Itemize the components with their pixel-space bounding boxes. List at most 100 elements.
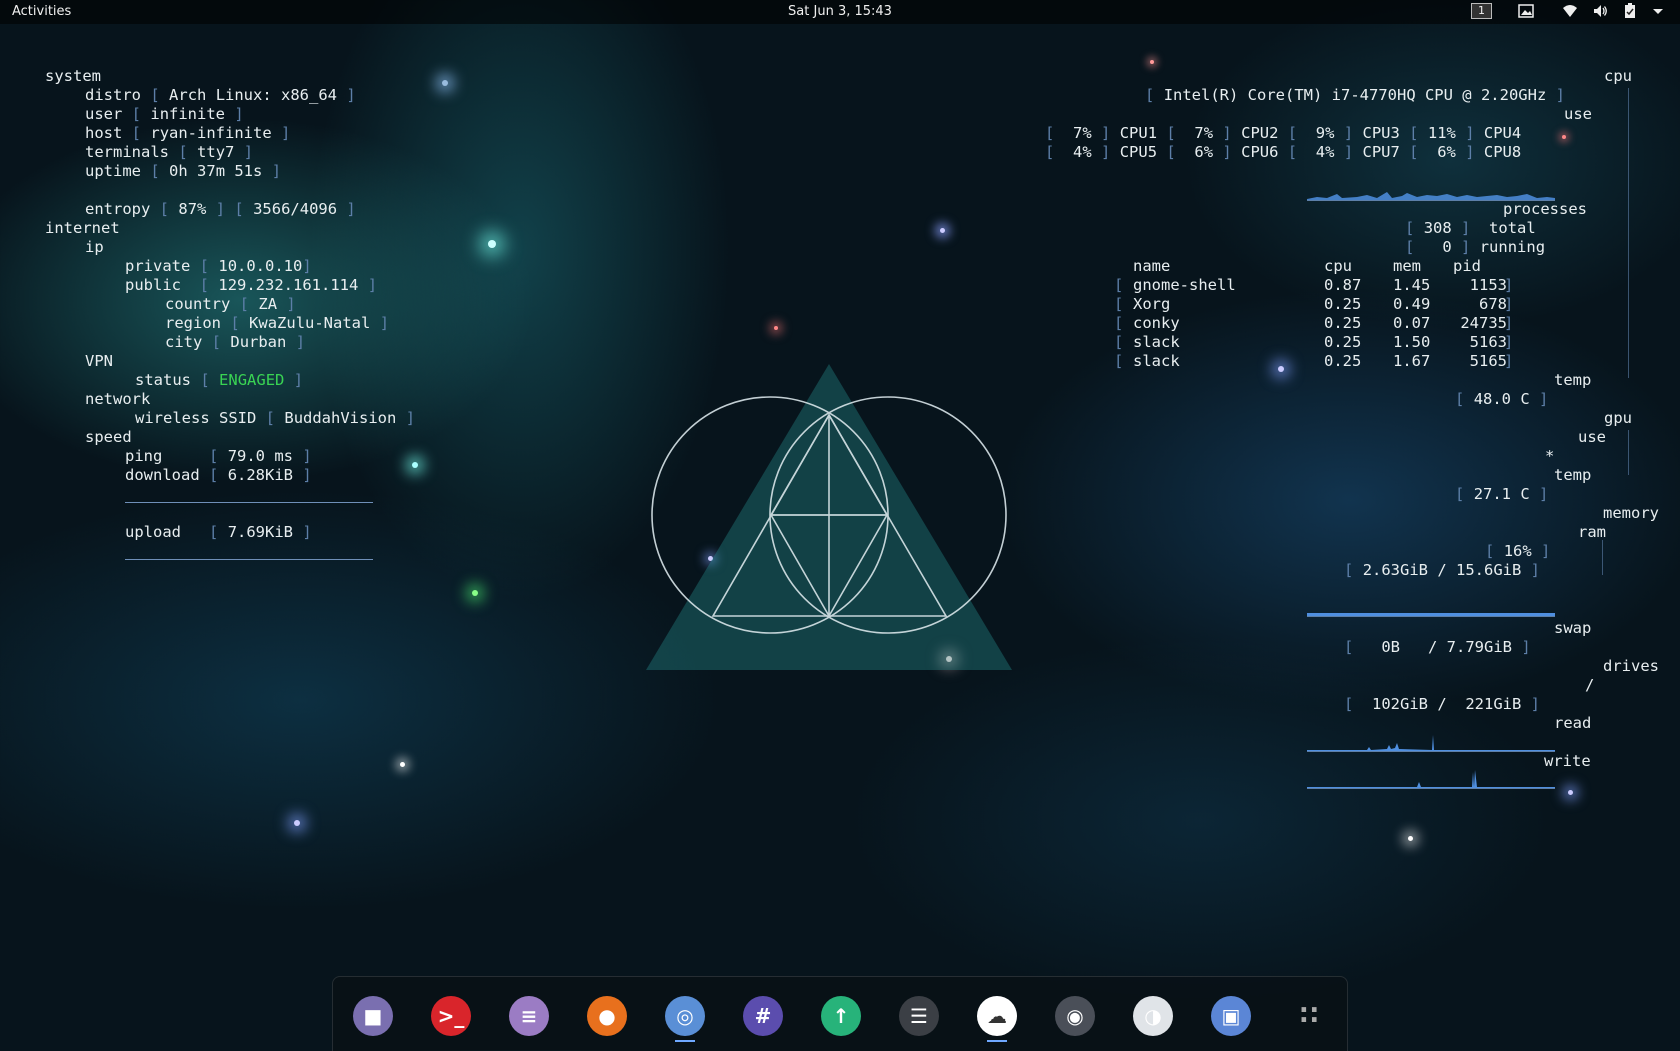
gpu-temp-row: [ 27.1 C ] — [1455, 485, 1549, 503]
bracket: [ — [1114, 314, 1124, 332]
files-icon[interactable]: ■ — [353, 996, 393, 1036]
cloud-icon[interactable]: ☁ — [977, 996, 1017, 1036]
gpu-use-label: use — [1578, 428, 1606, 446]
gpu-use-value: * — [1545, 447, 1555, 465]
ram-graph — [1307, 598, 1555, 617]
private-ip-row: private [ 10.0.0.10] — [125, 257, 312, 275]
slack-icon[interactable]: # — [743, 996, 783, 1036]
gpu-guide — [1628, 430, 1629, 475]
running-indicator — [675, 1040, 695, 1042]
running-indicator — [987, 1040, 1007, 1042]
chevron-down-icon[interactable] — [1652, 3, 1668, 19]
process-mem: 1.67 — [1393, 352, 1431, 370]
git-icon[interactable]: ↑ — [821, 996, 861, 1036]
system-tray: 1 — [1471, 3, 1668, 19]
ram-pct-row: [ 16% ] — [1485, 542, 1551, 560]
proc-cpu-header: cpu — [1324, 257, 1352, 275]
read-graph — [1307, 733, 1555, 752]
firefox-icon[interactable]: ● — [587, 996, 627, 1036]
upload-row: upload [ 7.69KiB ] — [125, 523, 312, 541]
proc-total-row: [ 308 ] total — [1405, 219, 1536, 237]
process-cpu: 0.25 — [1324, 333, 1362, 351]
process-mem: 1.45 — [1393, 276, 1431, 294]
write-graph — [1307, 770, 1555, 789]
process-name: slack — [1133, 352, 1180, 370]
cpu-use-label: use — [1564, 105, 1592, 123]
swap-row: [ 0B / 7.79GiB ] — [1344, 638, 1531, 656]
database-icon[interactable]: ☰ — [899, 996, 939, 1036]
process-pid: 678 — [1479, 295, 1507, 313]
entropy-row: entropy [ 87% ] [ 3566/4096 ] — [85, 200, 356, 218]
chrome-icon[interactable]: ◎ — [665, 996, 705, 1036]
bracket: [ — [1114, 276, 1124, 294]
process-pid: 5165 — [1469, 352, 1507, 370]
bracket: [ — [1114, 352, 1124, 370]
cpu-guide — [1628, 88, 1629, 378]
download-graph — [125, 502, 373, 503]
host-row: host [ ryan-infinite ] — [85, 124, 291, 142]
app-grid-icon[interactable]: ∷ — [1289, 996, 1329, 1036]
distro-row: distro [ Arch Linux: x86_64 ] — [85, 86, 356, 104]
image-icon[interactable] — [1518, 3, 1534, 19]
tweaks-icon[interactable]: ◑ — [1133, 996, 1173, 1036]
cpu-usage-row-2: [ 4% ] CPU5 [ 6% ] CPU6 [ 4% ] CPU7 [ 6%… — [1045, 143, 1522, 161]
process-cpu: 0.25 — [1324, 352, 1362, 370]
terminal-icon[interactable]: >_ — [431, 996, 471, 1036]
dock: ■ >_ ≡ ● ◎ # ↑ ☰ ☁ ◉ ◑ ▣ ∷ — [332, 976, 1348, 1051]
process-pid: 5163 — [1469, 333, 1507, 351]
ping-row: ping [ 79.0 ms ] — [125, 447, 312, 465]
bracket: [ — [1114, 295, 1124, 313]
ram-value-row: [ 2.63GiB / 15.6GiB ] — [1344, 561, 1541, 579]
process-cpu: 0.25 — [1324, 295, 1362, 313]
process-cpu: 0.25 — [1324, 314, 1362, 332]
bracket: ] — [1504, 352, 1514, 370]
vpn-label: VPN — [85, 352, 113, 370]
ip-label: ip — [85, 238, 104, 256]
country-row: country [ ZA ] — [165, 295, 296, 313]
cpu-graph — [1307, 180, 1555, 201]
upload-graph — [125, 559, 373, 560]
city-row: city [ Durban ] — [165, 333, 306, 351]
proc-mem-header: mem — [1393, 257, 1421, 275]
uptime-row: uptime [ 0h 37m 51s ] — [85, 162, 282, 180]
speed-label: speed — [85, 428, 132, 446]
internet-header: internet — [45, 219, 120, 237]
proc-name-header: name — [1133, 257, 1171, 275]
network-label: network — [85, 390, 151, 408]
root-usage-row: [ 102GiB / 221GiB ] — [1344, 695, 1541, 713]
user-row: user [ infinite ] — [85, 105, 244, 123]
activities-button[interactable]: Activities — [12, 4, 71, 19]
camera-icon[interactable]: ◉ — [1055, 996, 1095, 1036]
volume-icon[interactable] — [1592, 3, 1608, 19]
bracket: ] — [1504, 314, 1514, 332]
clock[interactable]: Sat Jun 3, 15:43 — [788, 4, 892, 19]
wifi-icon[interactable] — [1562, 3, 1578, 19]
process-mem: 0.07 — [1393, 314, 1431, 332]
ssid-row: wireless SSID [ BuddahVision ] — [135, 409, 416, 427]
remote-desktop-icon[interactable]: ▣ — [1211, 996, 1251, 1036]
cpu-model-row: [ Intel(R) Core(TM) i7-4770HQ CPU @ 2.20… — [1145, 86, 1565, 104]
bracket: [ — [1114, 333, 1124, 351]
process-mem: 1.50 — [1393, 333, 1431, 351]
cpu-usage-row-1: [ 7% ] CPU1 [ 7% ] CPU2 [ 9% ] CPU3 [ 11… — [1045, 124, 1522, 142]
process-name: slack — [1133, 333, 1180, 351]
region-row: region [ KwaZulu-Natal ] — [165, 314, 390, 332]
download-row: download [ 6.28KiB ] — [125, 466, 312, 484]
proc-pid-header: pid — [1453, 257, 1481, 275]
memory-guide — [1602, 540, 1603, 575]
process-name: gnome-shell — [1133, 276, 1236, 294]
workspace-indicator[interactable]: 1 — [1471, 3, 1492, 19]
cpu-header: cpu — [1604, 67, 1632, 85]
process-cpu: 0.87 — [1324, 276, 1362, 294]
battery-icon[interactable] — [1622, 3, 1638, 19]
swap-label: swap — [1554, 619, 1592, 637]
proc-running-row: [ 0 ] running — [1405, 238, 1546, 256]
text-editor-icon[interactable]: ≡ — [509, 996, 549, 1036]
terminals-row: terminals [ tty7 ] — [85, 143, 254, 161]
process-pid: 1153 — [1469, 276, 1507, 294]
processes-header: processes — [1503, 200, 1587, 218]
public-ip-row: public [ 129.232.161.114 ] — [125, 276, 378, 294]
status-badge: ENGAGED — [219, 371, 285, 389]
top-bar: Activities Sat Jun 3, 15:43 1 — [0, 0, 1680, 24]
gpu-header: gpu — [1604, 409, 1632, 427]
